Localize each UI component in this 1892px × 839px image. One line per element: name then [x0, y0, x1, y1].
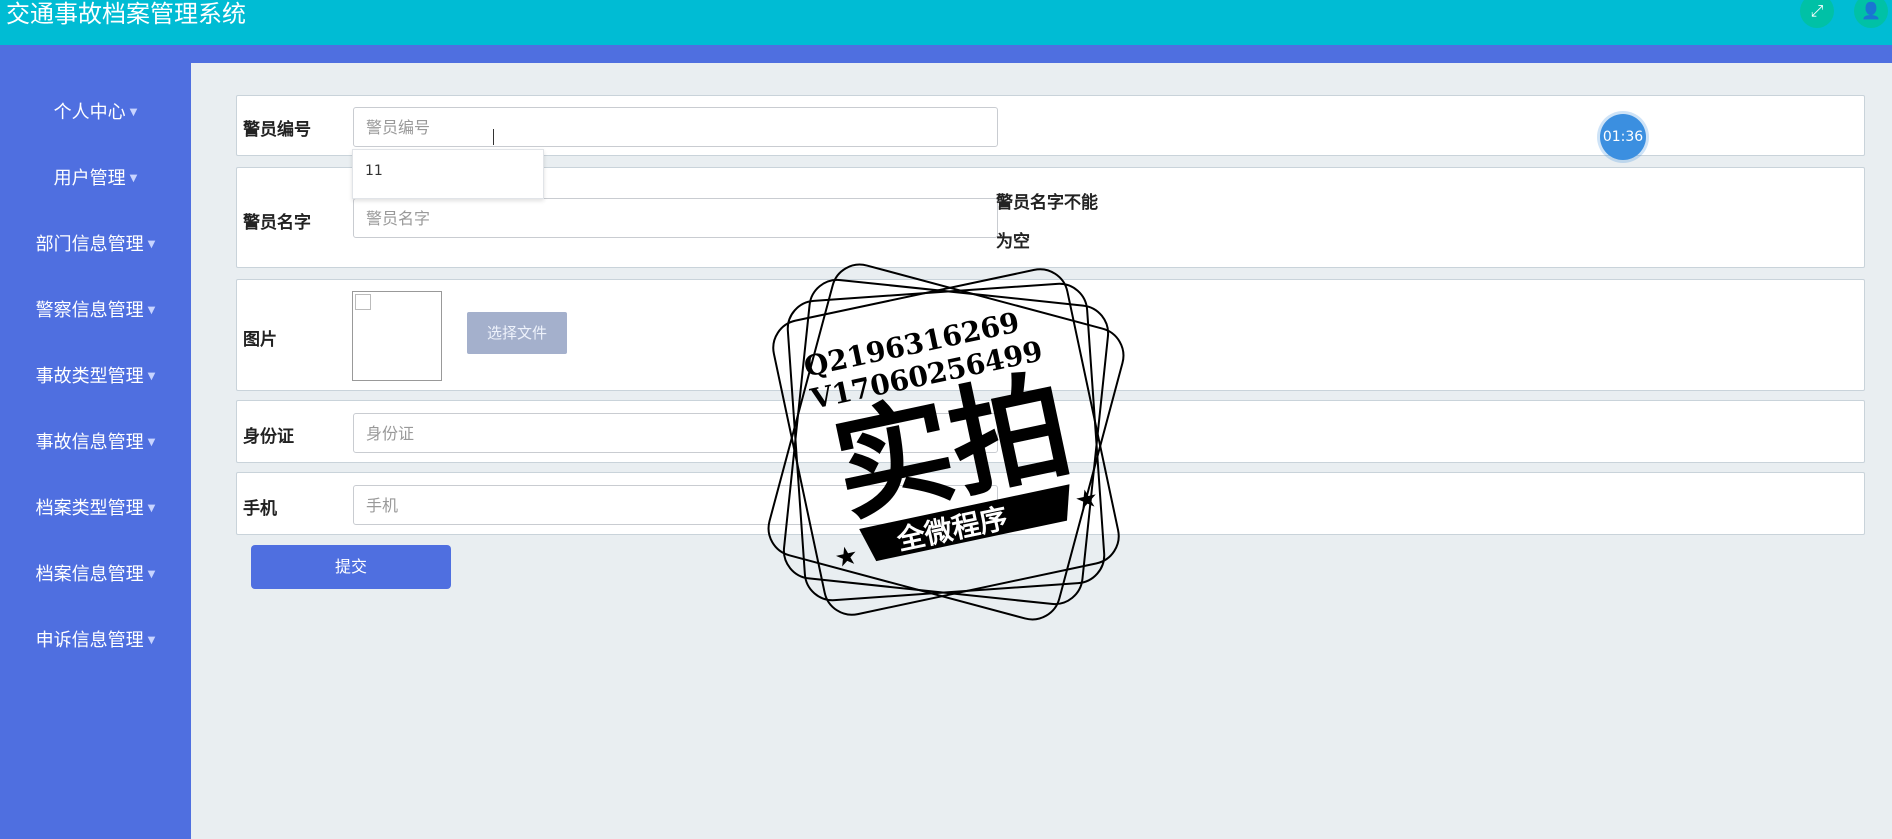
- id-card-label: 身份证: [243, 427, 294, 447]
- user-icon[interactable]: 👤: [1854, 0, 1888, 28]
- police-name-input[interactable]: [353, 198, 998, 238]
- sidebar-item-accident-info[interactable]: 事故信息管理 ▼: [0, 431, 191, 455]
- caret-down-icon: ▼: [147, 569, 156, 580]
- caret-down-icon: ▼: [129, 107, 138, 118]
- autocomplete-dropdown: 11: [352, 149, 544, 199]
- image-label: 图片: [243, 330, 277, 350]
- caret-down-icon: ▼: [147, 437, 156, 448]
- sidebar-item-label: 事故类型管理: [35, 366, 144, 387]
- police-no-input[interactable]: [353, 107, 998, 147]
- sidebar-item-label: 档案信息管理: [35, 564, 144, 585]
- sidebar-item-label: 部门信息管理: [35, 234, 144, 255]
- sidebar-item-label: 申诉信息管理: [35, 630, 144, 651]
- sidebar-item-label: 事故信息管理: [35, 432, 144, 453]
- caret-down-icon: ▼: [147, 371, 156, 382]
- sidebar-item-appeal-info[interactable]: 申诉信息管理 ▼: [0, 629, 191, 653]
- sub-header-bar: [0, 45, 1892, 63]
- watermark-stamp: Q2196316269 V17060256499 实拍 全微程序 ★ ★: [767, 263, 1125, 621]
- sidebar-item-archive-type[interactable]: 档案类型管理 ▼: [0, 497, 191, 521]
- choose-file-button[interactable]: 选择文件: [467, 312, 567, 354]
- top-bar: 交通事故档案管理系统 ⤢ 👤: [0, 0, 1892, 45]
- text-cursor-icon: [493, 129, 500, 145]
- police-name-error: 警员名字不能: [996, 193, 1098, 213]
- sidebar-item-label: 用户管理: [53, 168, 126, 189]
- sidebar-item-department[interactable]: 部门信息管理 ▼: [0, 233, 191, 257]
- sidebar-item-label: 档案类型管理: [35, 498, 144, 519]
- sidebar-item-label: 个人中心: [53, 102, 126, 123]
- police-name-label: 警员名字: [243, 213, 311, 233]
- image-preview[interactable]: [352, 291, 442, 381]
- autocomplete-option[interactable]: 11: [365, 163, 383, 179]
- caret-down-icon: ▼: [147, 305, 156, 316]
- sidebar-item-user-management[interactable]: 用户管理 ▼: [0, 167, 191, 191]
- sidebar-item-police[interactable]: 警察信息管理 ▼: [0, 299, 191, 323]
- star-icon: ★: [832, 540, 861, 574]
- star-icon: ★: [1072, 483, 1101, 517]
- sidebar-item-personal-center[interactable]: 个人中心 ▼: [0, 101, 191, 125]
- app-title: 交通事故档案管理系统: [6, 0, 246, 28]
- submit-button[interactable]: 提交: [251, 545, 451, 589]
- sidebar-item-label: 警察信息管理: [35, 300, 144, 321]
- sidebar-item-archive-info[interactable]: 档案信息管理 ▼: [0, 563, 191, 587]
- caret-down-icon: ▼: [129, 173, 138, 184]
- broken-image-icon: [355, 294, 371, 310]
- police-no-label: 警员编号: [243, 120, 311, 140]
- caret-down-icon: ▼: [147, 239, 156, 250]
- sidebar-item-accident-type[interactable]: 事故类型管理 ▼: [0, 365, 191, 389]
- caret-down-icon: ▼: [147, 503, 156, 514]
- fullscreen-icon[interactable]: ⤢: [1800, 0, 1834, 28]
- sidebar: 个人中心 ▼ 用户管理 ▼ 部门信息管理 ▼ 警察信息管理 ▼ 事故类型管理 ▼ 事故信息…: [0, 63, 191, 839]
- phone-label: 手机: [243, 499, 277, 519]
- timer-badge: 01:36: [1600, 114, 1646, 160]
- caret-down-icon: ▼: [147, 635, 156, 646]
